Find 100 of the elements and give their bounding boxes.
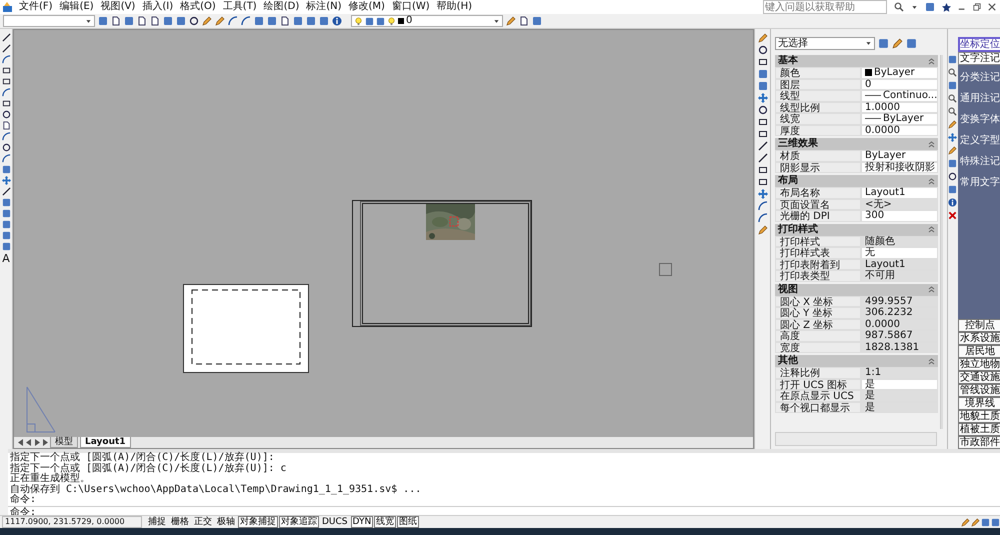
page-icon[interactable]: [111, 16, 121, 26]
property-value[interactable]: ByLayer: [861, 113, 938, 124]
page-icon[interactable]: [2, 121, 10, 130]
palette-item[interactable]: 分类注记: [960, 72, 1000, 84]
palette-button[interactable]: 植被土质: [958, 423, 1000, 436]
pencil-icon[interactable]: [758, 33, 768, 43]
square-icon[interactable]: [98, 16, 108, 26]
text-tool-button[interactable]: A: [2, 253, 10, 265]
palette-button[interactable]: 控制点: [958, 319, 1000, 332]
palette-item[interactable]: 变换字体: [960, 114, 1000, 126]
square-icon[interactable]: [124, 16, 134, 26]
menu-item[interactable]: 编辑(E): [60, 1, 94, 13]
status-toggle[interactable]: 栅格: [169, 516, 191, 528]
square-icon[interactable]: [532, 16, 542, 26]
section-header[interactable]: 打印样式: [775, 224, 938, 236]
palette-item[interactable]: 特殊注记: [960, 156, 1000, 168]
property-value[interactable]: 300: [861, 210, 938, 222]
layout-tab[interactable]: Layout1: [80, 437, 131, 448]
layer-dropdown[interactable]: 0: [351, 15, 503, 27]
palette-item[interactable]: 常用文字: [960, 177, 1000, 189]
cross-arrows-icon[interactable]: [2, 176, 10, 185]
square-icon[interactable]: [163, 16, 173, 26]
circle-icon[interactable]: [189, 16, 199, 26]
square-icon[interactable]: [2, 209, 10, 218]
square-icon[interactable]: [2, 242, 10, 251]
magnifier-icon[interactable]: [948, 68, 957, 77]
menu-item[interactable]: 修改(M): [348, 1, 385, 13]
arc-icon[interactable]: [2, 88, 10, 97]
status-toggle[interactable]: DYN: [350, 516, 374, 528]
cross-icon[interactable]: [948, 211, 957, 220]
square-icon[interactable]: [758, 69, 768, 79]
palette-button[interactable]: 居民地: [958, 345, 1000, 358]
menu-item[interactable]: 插入(I): [142, 1, 174, 13]
menu-item[interactable]: 标注(N): [306, 1, 342, 13]
square-icon[interactable]: [758, 81, 768, 91]
property-value[interactable]: Layout1: [861, 187, 938, 198]
circle-icon[interactable]: [758, 45, 768, 55]
pencil-icon[interactable]: [948, 120, 957, 129]
restore-icon[interactable]: [973, 3, 981, 11]
pencil-icon[interactable]: [506, 16, 516, 26]
page-icon[interactable]: [280, 16, 290, 26]
property-value[interactable]: 0: [861, 78, 938, 90]
palette-tab[interactable]: 文字注记: [958, 52, 1000, 65]
circle-icon[interactable]: [948, 172, 957, 181]
square-icon[interactable]: [2, 220, 10, 229]
cross-arrows-icon[interactable]: [948, 133, 957, 142]
square-icon[interactable]: [906, 38, 917, 49]
status-toggle[interactable]: 图纸: [397, 516, 420, 528]
menu-item[interactable]: 文件(F): [19, 1, 53, 13]
line-icon[interactable]: [2, 44, 10, 53]
pencil-icon[interactable]: [758, 225, 768, 235]
cross-arrows-icon[interactable]: [758, 189, 768, 199]
menu-item[interactable]: 绘图(D): [264, 1, 300, 13]
layout-tab[interactable]: 模型: [50, 437, 78, 448]
property-value[interactable]: 0.0000: [861, 124, 938, 136]
palette-item[interactable]: 通用注记: [960, 93, 1000, 105]
square-icon[interactable]: [2, 231, 10, 240]
status-toggle[interactable]: 极轴: [215, 516, 237, 528]
section-header[interactable]: 三维效果: [775, 138, 938, 150]
scroll-bar[interactable]: [940, 55, 943, 429]
square-icon[interactable]: [948, 185, 957, 194]
magnifier-icon[interactable]: [948, 107, 957, 116]
menu-item[interactable]: 窗口(W): [392, 1, 430, 13]
palette-button[interactable]: 水系设施: [958, 332, 1000, 345]
status-toggle[interactable]: 对象捕捉: [238, 516, 278, 528]
line-icon[interactable]: [758, 153, 768, 163]
help-search-field[interactable]: 键入问题以获取帮助: [763, 0, 887, 14]
palette-button[interactable]: 管线设施: [958, 384, 1000, 397]
square-icon[interactable]: [948, 55, 957, 64]
square-icon[interactable]: [981, 518, 990, 526]
menu-item[interactable]: 格式(O): [180, 1, 216, 13]
property-value[interactable]: 投射和接收阴影: [861, 162, 938, 173]
line-icon[interactable]: [2, 187, 10, 196]
square-icon[interactable]: [306, 16, 316, 26]
square-icon[interactable]: [878, 38, 889, 49]
section-header[interactable]: 布局: [775, 175, 938, 187]
status-toggle[interactable]: 正交: [192, 516, 214, 528]
rectangle-icon[interactable]: [2, 99, 10, 108]
menu-item[interactable]: 工具(T): [222, 1, 257, 13]
palette-button[interactable]: 独立地物: [958, 358, 1000, 371]
status-toggle[interactable]: 捕捉: [146, 516, 168, 528]
close-icon[interactable]: [988, 3, 996, 11]
line-icon[interactable]: [2, 33, 10, 42]
status-toggle[interactable]: DUCS: [320, 516, 350, 528]
rectangle-icon[interactable]: [758, 57, 768, 67]
status-toggle[interactable]: 线宽: [374, 516, 396, 528]
section-header[interactable]: 视图: [775, 284, 938, 296]
square-icon[interactable]: [948, 159, 957, 168]
info-icon[interactable]: [948, 198, 957, 207]
pencil-icon[interactable]: [892, 38, 903, 49]
menu-item[interactable]: 视图(V): [100, 1, 136, 13]
square-icon[interactable]: [2, 165, 10, 174]
cross-arrows-icon[interactable]: [758, 93, 768, 103]
property-value[interactable]: 1.0000: [861, 102, 938, 113]
palette-button[interactable]: 交通设施: [958, 371, 1000, 384]
arc-icon[interactable]: [2, 154, 10, 163]
palette-button[interactable]: 地貌土质: [958, 410, 1000, 423]
property-value[interactable]: 无: [861, 247, 938, 258]
square-icon[interactable]: [254, 16, 264, 26]
arc-icon[interactable]: [2, 55, 10, 64]
